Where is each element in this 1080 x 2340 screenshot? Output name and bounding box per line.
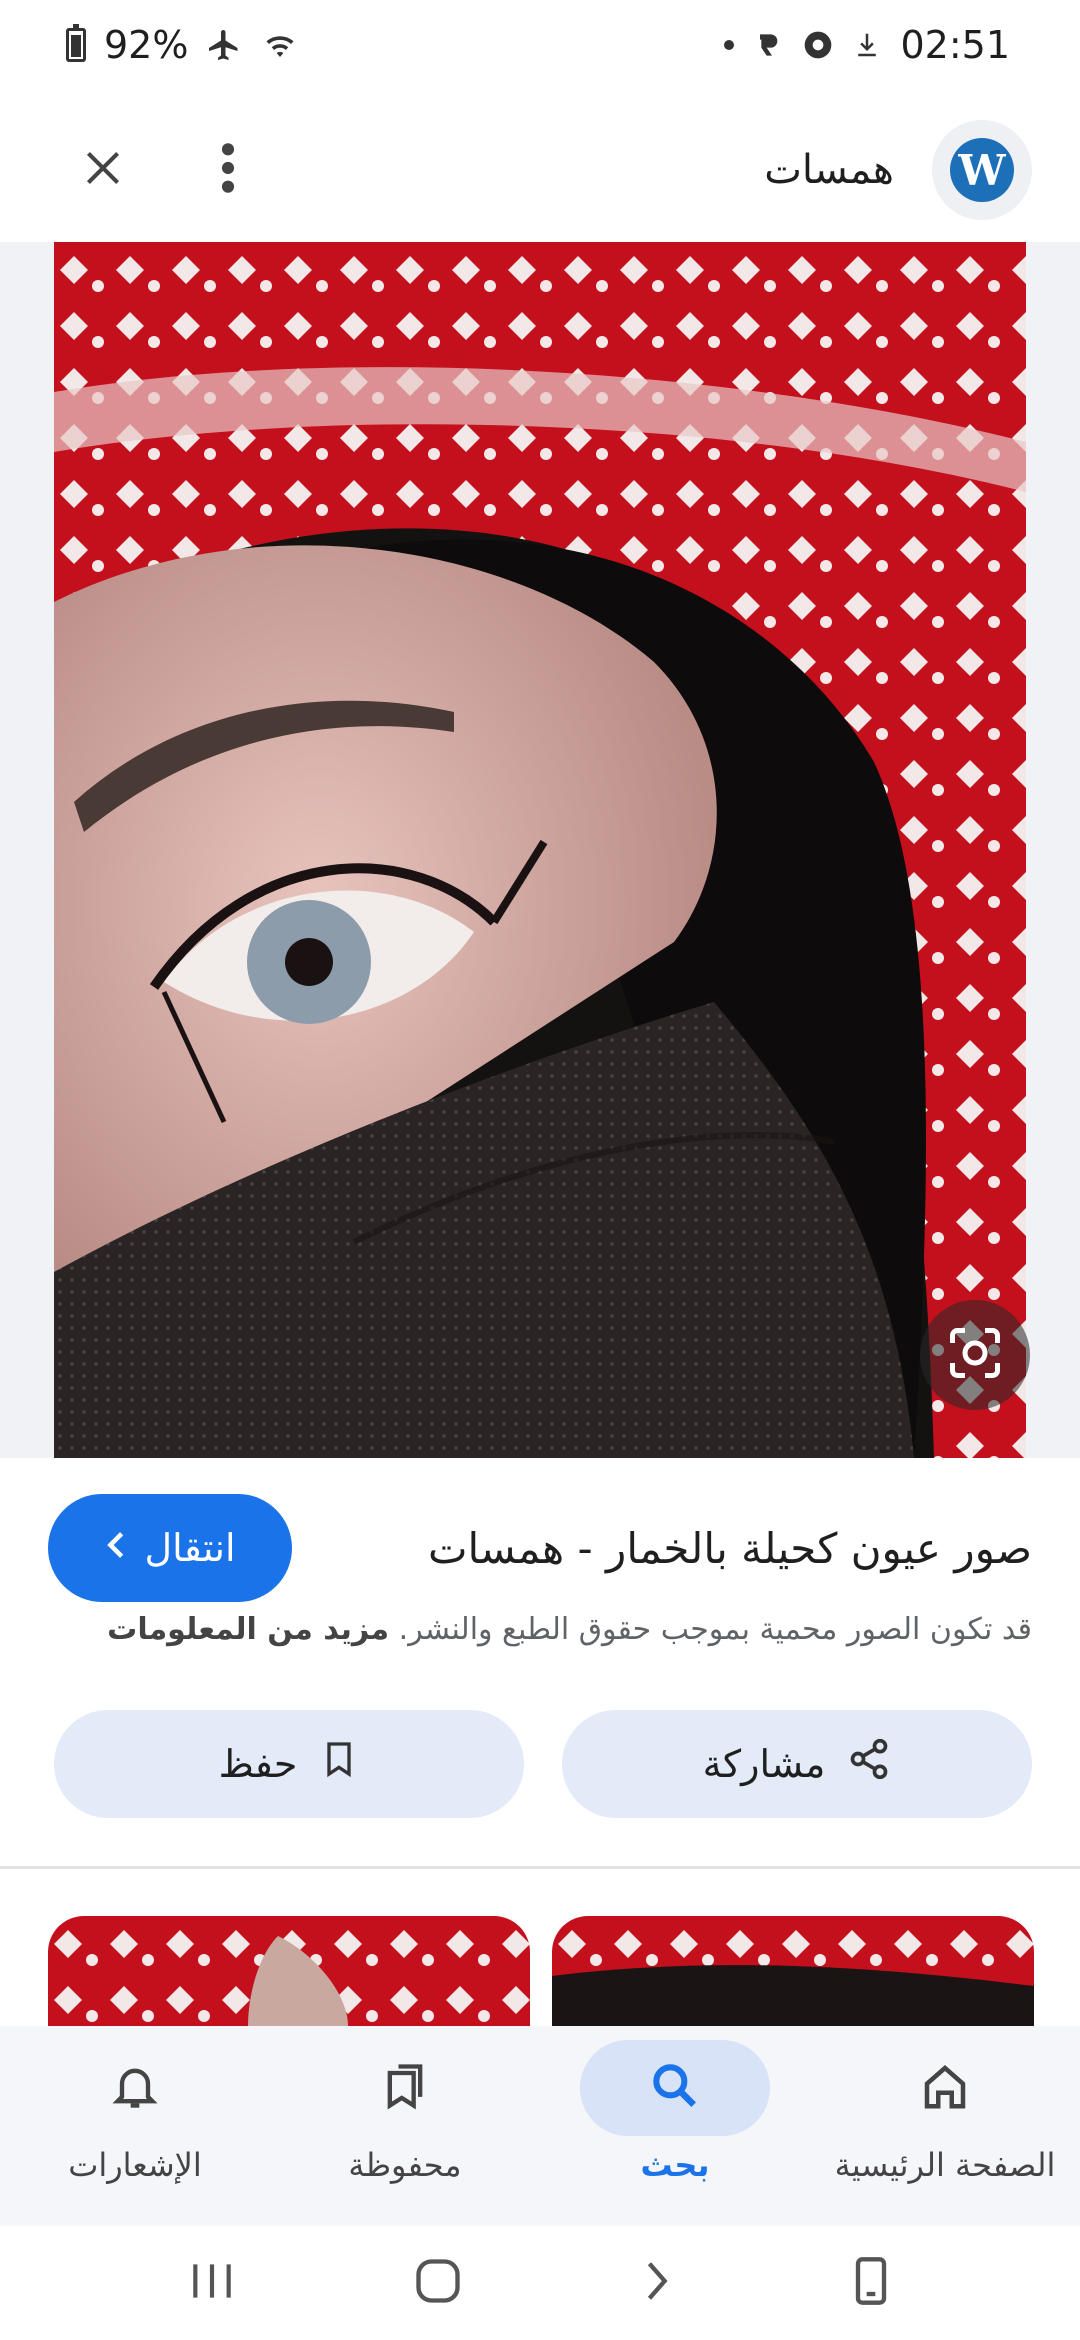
visit-label: انتقال xyxy=(144,1527,236,1570)
share-button[interactable]: مشاركة xyxy=(562,1710,1032,1818)
bottom-navigation: الإشعارات محفوظة بحث الصفحة الرئيسية xyxy=(0,2026,1080,2226)
nav-saved[interactable]: محفوظة xyxy=(280,2040,530,2184)
nav-search[interactable]: بحث xyxy=(550,2040,800,2184)
chrome-icon xyxy=(802,29,834,61)
image-info: انتقال صور عيون كحيلة بالخمار - همسات xyxy=(48,1494,1032,1602)
save-button[interactable]: حفظ xyxy=(54,1710,524,1818)
nav-notifications-pill xyxy=(40,2040,230,2136)
nav-home-pill xyxy=(850,2040,1040,2136)
more-info-link[interactable]: مزيد من المعلومات xyxy=(107,1612,389,1647)
copyright-notice: قد تكون الصور محمية بموجب حقوق الطبع وال… xyxy=(100,1612,1032,1647)
nav-home-label: الصفحة الرئيسية xyxy=(834,2146,1056,2184)
back-icon[interactable] xyxy=(638,2255,674,2311)
home-icon xyxy=(918,2058,972,2118)
image-title[interactable]: صور عيون كحيلة بالخمار - همسات xyxy=(428,1524,1032,1573)
bookmarks-icon xyxy=(379,2058,431,2118)
action-buttons: حفظ مشاركة xyxy=(54,1710,1032,1818)
notification-dot-icon xyxy=(724,40,735,50)
nav-saved-label: محفوظة xyxy=(348,2146,462,2184)
app-bar-right[interactable]: همسات W xyxy=(764,120,1032,220)
lens-search-button[interactable] xyxy=(920,1300,1030,1410)
app-bar-left xyxy=(78,140,238,200)
nav-notifications-label: الإشعارات xyxy=(68,2146,202,2184)
status-right: 02:51 xyxy=(724,23,1010,67)
chevron-left-icon xyxy=(104,1527,128,1570)
battery-icon xyxy=(66,24,86,62)
home-button-icon[interactable] xyxy=(412,2255,464,2311)
more-options-icon[interactable] xyxy=(218,140,238,200)
share-label: مشاركة xyxy=(702,1743,826,1786)
app-bar: همسات W xyxy=(0,100,1080,240)
related-image-thumbnail[interactable] xyxy=(552,1916,1034,2026)
lens-icon xyxy=(945,1323,1005,1387)
search-icon xyxy=(647,2058,703,2118)
app-notification-icon xyxy=(752,29,784,61)
nav-home[interactable]: الصفحة الرئيسية xyxy=(820,2040,1070,2184)
site-name[interactable]: همسات xyxy=(764,147,894,193)
bell-icon xyxy=(109,2058,161,2118)
copyright-text: قد تكون الصور محمية بموجب حقوق الطبع وال… xyxy=(398,1612,1032,1647)
visit-button[interactable]: انتقال xyxy=(48,1494,292,1602)
airplane-icon xyxy=(206,27,242,63)
main-image[interactable] xyxy=(54,242,1026,1458)
divider xyxy=(0,1866,1080,1869)
nav-saved-pill xyxy=(310,2040,500,2136)
download-icon xyxy=(852,29,882,61)
share-icon xyxy=(847,1737,891,1791)
clock: 02:51 xyxy=(900,23,1010,67)
save-label: حفظ xyxy=(218,1743,298,1786)
image-viewer xyxy=(0,242,1080,1458)
status-bar: 92% 02:51 xyxy=(0,0,1080,90)
related-image-thumbnail[interactable] xyxy=(48,1916,530,2026)
rotate-screen-icon[interactable] xyxy=(849,2255,893,2311)
nav-search-label: بحث xyxy=(640,2146,710,2184)
nav-search-pill xyxy=(580,2040,770,2136)
status-left: 92% xyxy=(66,23,300,67)
wordpress-logo-icon: W xyxy=(950,138,1014,202)
bookmark-icon xyxy=(319,1737,359,1791)
nav-notifications[interactable]: الإشعارات xyxy=(10,2040,260,2184)
battery-level: 92% xyxy=(104,23,189,67)
wifi-icon xyxy=(260,27,300,63)
recent-apps-icon[interactable] xyxy=(187,2258,237,2308)
system-navigation-bar xyxy=(0,2226,1080,2340)
close-icon[interactable] xyxy=(78,143,128,197)
site-logo[interactable]: W xyxy=(932,120,1032,220)
